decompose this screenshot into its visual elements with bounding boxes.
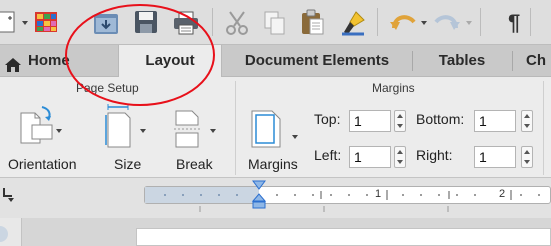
document-page[interactable]: [136, 228, 551, 246]
chevron-down-icon[interactable]: [421, 21, 427, 25]
copy-icon[interactable]: [263, 10, 287, 36]
ribbon-tabs: Home Layout Document Elements Tables Ch: [0, 44, 551, 78]
right-margin-label: Right:: [416, 147, 453, 163]
gallery-icon[interactable]: [34, 10, 60, 34]
tab-separator: [512, 51, 513, 71]
new-document-icon[interactable]: [0, 10, 20, 34]
quick-access-toolbar: ¶: [0, 0, 551, 44]
cut-icon[interactable]: [224, 10, 250, 36]
layout-ribbon: Page Setup Orientation Size Break Margin…: [0, 77, 551, 178]
vertical-ruler: [0, 218, 22, 246]
ruler-under-ticks: [199, 206, 449, 212]
chevron-down-icon[interactable]: [22, 21, 28, 25]
tab-selector-icon[interactable]: [2, 184, 22, 204]
left-margin-stepper[interactable]: [394, 146, 406, 168]
right-margin-field[interactable]: 1: [474, 146, 516, 168]
tab-separator: [412, 51, 413, 71]
toolbar-divider: [377, 8, 378, 36]
pilcrow-icon[interactable]: ¶: [508, 10, 520, 36]
paste-icon[interactable]: [300, 8, 326, 36]
group-divider: [235, 81, 236, 175]
size-icon: [104, 103, 140, 149]
break-button[interactable]: Break: [168, 99, 228, 177]
tab-layout[interactable]: Layout: [118, 45, 222, 78]
document-canvas: [0, 218, 551, 246]
orientation-button[interactable]: Orientation: [4, 99, 80, 177]
page-setup-title: Page Setup: [76, 81, 139, 95]
tab-tables[interactable]: Tables: [420, 45, 504, 77]
top-margin-stepper[interactable]: [394, 110, 406, 132]
bottom-margin-label: Bottom:: [416, 111, 465, 127]
toolbar-divider: [212, 8, 213, 36]
tab-home[interactable]: Home: [0, 45, 118, 77]
margins-label: Margins: [248, 156, 298, 172]
save-icon[interactable]: [134, 10, 160, 36]
tab-home-label: Home: [28, 52, 70, 69]
ruler-ticks: [164, 190, 540, 200]
ruler-area: 1 2: [0, 178, 551, 218]
print-icon[interactable]: [173, 10, 201, 36]
home-icon: [4, 53, 22, 72]
orientation-icon: [18, 105, 54, 149]
format-painter-icon[interactable]: [340, 8, 368, 36]
toolbar-divider: [480, 8, 481, 36]
tab-charts[interactable]: Ch: [526, 45, 551, 77]
right-margin-stepper[interactable]: [521, 146, 533, 168]
open-icon[interactable]: [93, 10, 121, 36]
tab-document-elements[interactable]: Document Elements: [228, 45, 406, 77]
left-margin-field[interactable]: 1: [349, 146, 391, 168]
margins-button[interactable]: Margins: [242, 99, 304, 177]
ruler-mark-1: 1: [375, 188, 382, 200]
redo-icon[interactable]: [432, 8, 462, 36]
chevron-down-icon: [140, 129, 146, 133]
top-margin-field[interactable]: 1: [349, 110, 391, 132]
top-margin-label: Top:: [314, 111, 341, 127]
undo-icon[interactable]: [388, 8, 418, 36]
chevron-down-icon: [56, 129, 62, 133]
page-break-icon: [174, 109, 210, 149]
margins-group-title: Margins: [372, 81, 415, 95]
ruler-mark-2: 2: [499, 188, 506, 200]
toolbar-divider: [530, 8, 531, 36]
bottom-margin-stepper[interactable]: [521, 110, 533, 132]
break-label: Break: [176, 156, 213, 172]
chevron-down-icon: [210, 129, 216, 133]
left-margin-label: Left:: [314, 147, 342, 163]
orientation-label: Orientation: [8, 156, 77, 172]
size-label: Size: [114, 156, 142, 172]
bottom-margin-field[interactable]: 1: [474, 110, 516, 132]
chevron-down-icon[interactable]: [466, 21, 472, 25]
size-button[interactable]: Size: [96, 99, 150, 177]
horizontal-ruler[interactable]: 1 2: [144, 186, 551, 204]
margins-icon: [250, 109, 284, 149]
group-divider: [543, 81, 544, 175]
chevron-down-icon: [292, 135, 298, 139]
